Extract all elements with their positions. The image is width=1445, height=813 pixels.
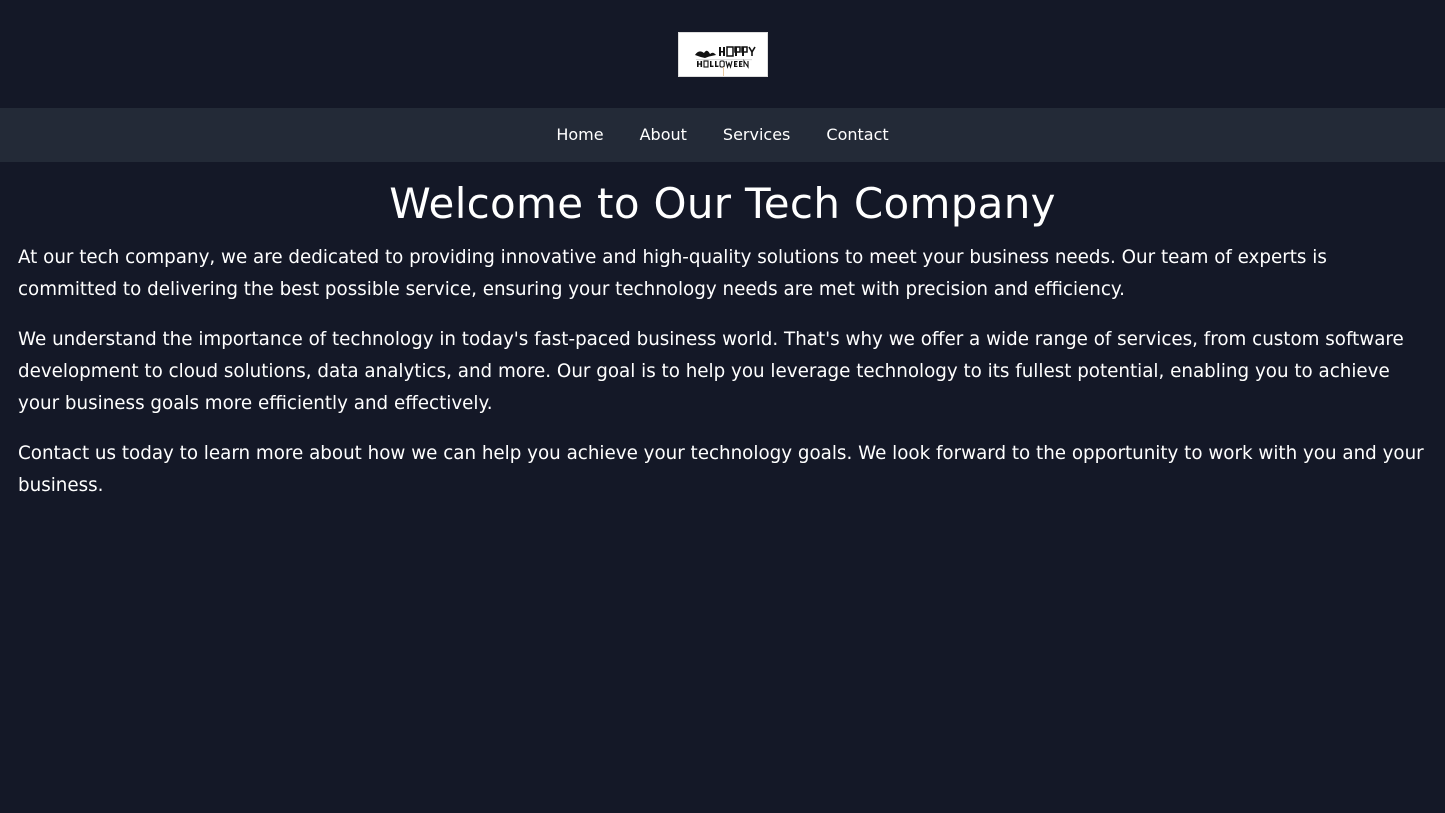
nav-link-about[interactable]: About [622,108,705,162]
intro-paragraph: At our tech company, we are dedicated to… [18,247,1327,300]
site-header [0,0,1445,108]
page-title: Welcome to Our Tech Company [389,179,1056,228]
nav-link-services[interactable]: Services [705,108,808,162]
main-navigation: Home About Services Contact [0,108,1445,162]
site-logo[interactable] [677,32,768,77]
nav-link-home[interactable]: Home [538,108,621,162]
nav-link-contact[interactable]: Contact [808,108,906,162]
main-content: Welcome to Our Tech Company At our tech … [0,180,1445,502]
services-paragraph: We understand the importance of technolo… [18,329,1404,414]
halloween-logo-image [678,33,767,76]
contact-paragraph: Contact us today to learn more about how… [18,443,1424,496]
